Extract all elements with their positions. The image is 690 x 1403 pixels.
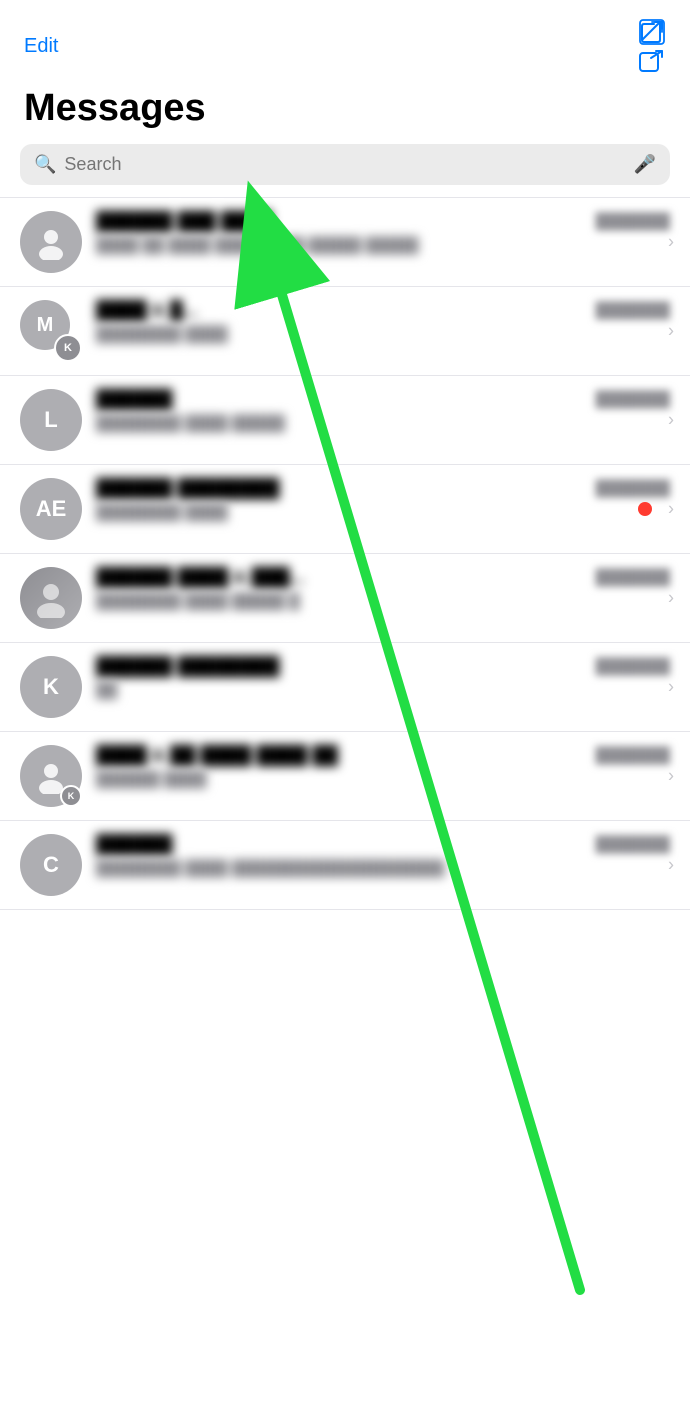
conversation-name: ██████ ███ ████ — [96, 211, 588, 232]
chevron-right-icon: › — [668, 766, 674, 787]
conversation-item[interactable]: ██████ ███ ████ ███████ ████ ██ ████ ███… — [0, 198, 690, 287]
conversation-content: ██████ ███ ████ ███████ ████ ██ ████ ███… — [96, 211, 670, 256]
avatar: AE — [20, 478, 82, 540]
conversation-time: ███████ — [596, 747, 670, 764]
conversation-preview: ████████ ████ █████ █ — [96, 592, 670, 612]
conversation-time: ███████ — [596, 658, 670, 675]
conversation-top: ████ & ██ ████ ████ ██ ███████ — [96, 745, 670, 766]
conversation-content: ████ & ██ ████ ████ ██ ███████ ██████ ██… — [96, 745, 670, 790]
conversation-preview: ████████ ████ — [96, 325, 670, 345]
conversation-top: ██████ ████ & ███... ███████ — [96, 567, 670, 588]
conversation-content: ████ & █... ███████ ████████ ████ — [96, 300, 670, 345]
microphone-icon[interactable]: 🎤 — [634, 154, 656, 175]
person-icon — [33, 224, 69, 260]
conversation-item[interactable]: C ██████ ███████ ████████ ████ █████████… — [0, 821, 690, 910]
conversation-name: ██████ ████ & ███... — [96, 567, 588, 588]
conversation-top: ██████ ███████ — [96, 389, 670, 410]
conversation-top: ██████ ███████ — [96, 834, 670, 855]
avatar: L — [20, 389, 82, 451]
chevron-right-icon: › — [668, 855, 674, 876]
avatar-group: M K — [20, 300, 82, 362]
conversation-time: ███████ — [596, 480, 670, 497]
conversation-content: ██████ ████████ ███████ ████████ ████ — [96, 478, 670, 523]
conversation-preview: ████████ ████ ████████████████████ — [96, 859, 670, 879]
compose-button[interactable] — [638, 18, 666, 75]
chevron-right-icon: › — [668, 677, 674, 698]
search-input[interactable] — [64, 154, 625, 175]
chevron-right-icon: › — [668, 588, 674, 609]
conversation-top: ██████ ███ ████ ███████ — [96, 211, 670, 232]
conversation-item[interactable]: ██████ ████ & ███... ███████ ████████ ██… — [0, 554, 690, 643]
conversation-name: ██████ ████████ — [96, 478, 588, 499]
chevron-right-icon: › — [668, 410, 674, 431]
conversation-top: ██████ ████████ ███████ — [96, 656, 670, 677]
avatar-photo — [20, 567, 82, 629]
conversation-name: ██████ — [96, 834, 588, 855]
chevron-right-icon: › — [668, 232, 674, 253]
conversation-name: ██████ ████████ — [96, 656, 588, 677]
conversation-item[interactable]: M K ████ & █... ███████ ████████ ████ › — [0, 287, 690, 376]
avatar: C — [20, 834, 82, 896]
search-bar[interactable]: 🔍 🎤 — [20, 144, 670, 185]
conversation-preview: ██ — [96, 681, 670, 701]
avatar-badge: K — [60, 785, 82, 807]
edit-button[interactable]: Edit — [24, 35, 58, 58]
compose-icon — [638, 18, 666, 46]
header: Edit — [0, 0, 690, 83]
conversation-content: ██████ ████ & ███... ███████ ████████ ██… — [96, 567, 670, 612]
search-icon: 🔍 — [34, 154, 56, 175]
conversation-name: ████ & █... — [96, 300, 588, 321]
conversation-item[interactable]: K ████ & ██ ████ ████ ██ ███████ ██████ … — [0, 732, 690, 821]
conversation-time: ███████ — [596, 569, 670, 586]
conversation-content: ██████ ███████ ████████ ████ █████ — [96, 389, 670, 434]
conversation-top: ██████ ████████ ███████ — [96, 478, 670, 499]
page-title: Messages — [0, 83, 690, 144]
conversation-time: ███████ — [596, 213, 670, 230]
chevron-right-icon: › — [668, 321, 674, 342]
chevron-right-icon: › — [668, 499, 674, 520]
avatar — [20, 211, 82, 273]
avatar: K — [20, 656, 82, 718]
conversation-name: ██████ — [96, 389, 588, 410]
conversation-name: ████ & ██ ████ ████ ██ — [96, 745, 588, 766]
conversation-preview: ████████ ████ █████ — [96, 414, 670, 434]
conversation-preview: ████ ██ ████ ██████ ██ █████ █████ — [96, 236, 670, 256]
conversation-content: ██████ ████████ ███████ ██ — [96, 656, 670, 701]
conversation-item[interactable]: AE ██████ ████████ ███████ ████████ ████… — [0, 465, 690, 554]
conversation-content: ██████ ███████ ████████ ████ ███████████… — [96, 834, 670, 879]
avatar-sub: K — [54, 334, 82, 362]
conversation-time: ███████ — [596, 302, 670, 319]
notification-dot — [638, 502, 652, 516]
conversation-item[interactable]: L ██████ ███████ ████████ ████ █████ › — [0, 376, 690, 465]
conversation-time: ███████ — [596, 391, 670, 408]
conversation-top: ████ & █... ███████ — [96, 300, 670, 321]
conversation-preview: ████████ ████ — [96, 503, 670, 523]
conversation-item[interactable]: K ██████ ████████ ███████ ██ › — [0, 643, 690, 732]
conversation-time: ███████ — [596, 836, 670, 853]
compose-icon-simple — [638, 49, 664, 75]
conversation-list: ██████ ███ ████ ███████ ████ ██ ████ ███… — [0, 197, 690, 910]
avatar: K — [20, 745, 82, 807]
conversation-preview: ██████ ████ — [96, 770, 670, 790]
